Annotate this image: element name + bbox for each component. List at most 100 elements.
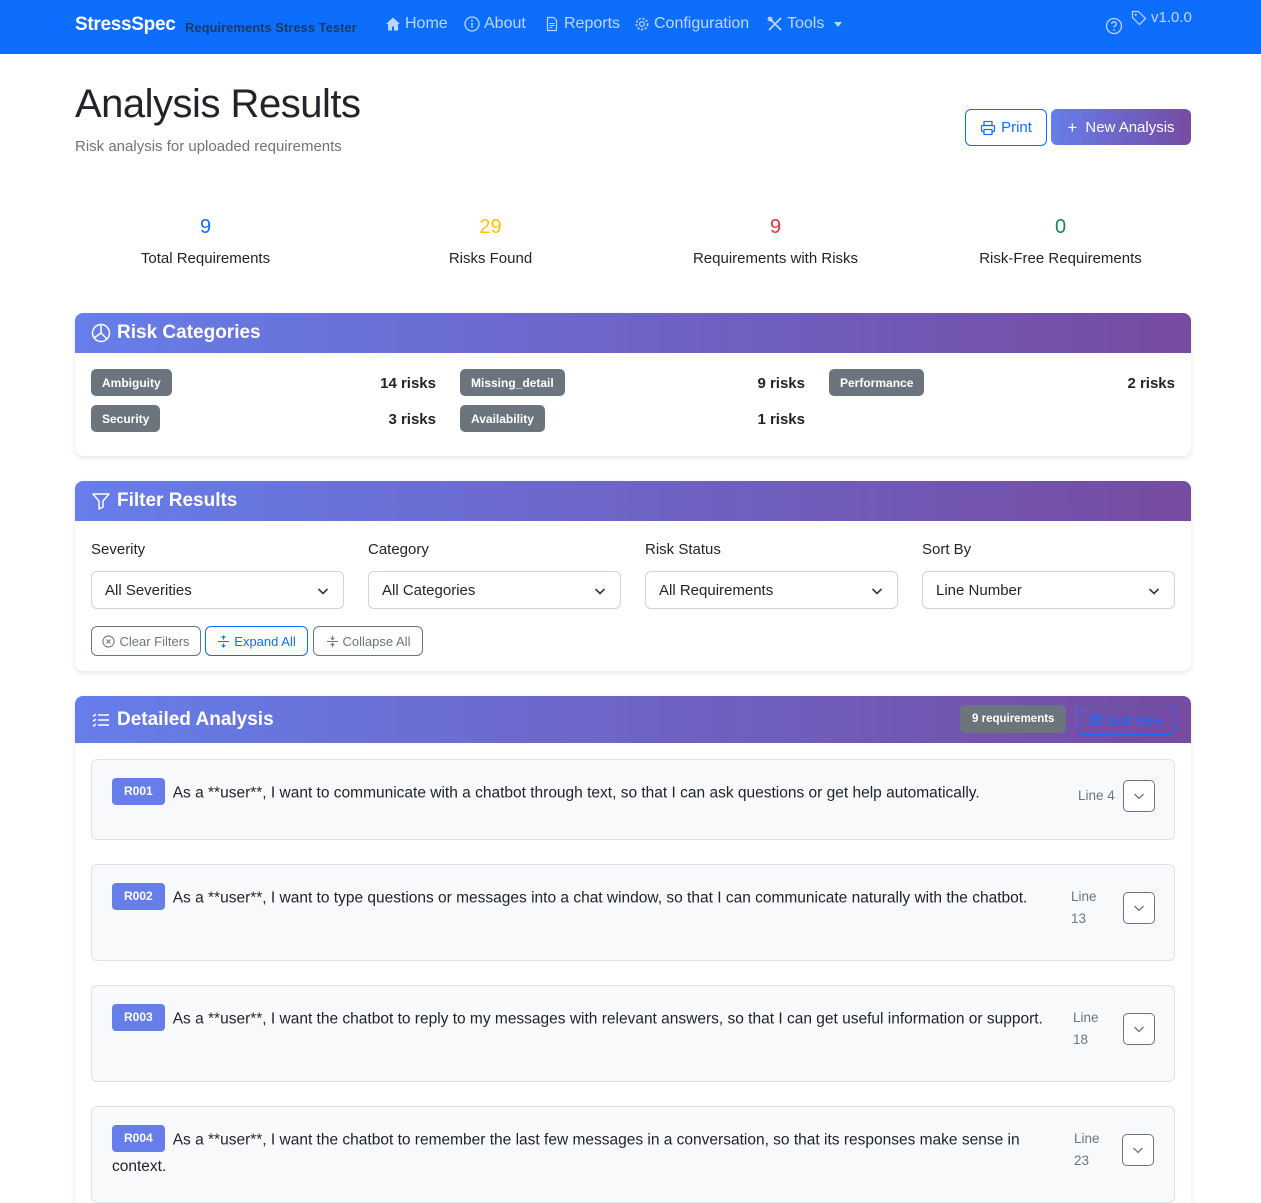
- stat-value: 9: [199, 216, 212, 238]
- grid-view-button[interactable]: Grid View: [1078, 705, 1175, 735]
- help-icon[interactable]: [1105, 17, 1123, 35]
- page-subtitle: Risk analysis for uploaded requirements: [75, 138, 342, 155]
- nav-configuration-label: Configuration: [654, 15, 750, 32]
- nav-reports-label: Reports: [564, 15, 621, 32]
- arrows-expand-icon: [218, 634, 230, 648]
- requirement-line-number: Line 4: [1078, 785, 1115, 807]
- expand-all-label: Expand All: [234, 633, 296, 649]
- line-value: 23: [1074, 1153, 1090, 1168]
- stat-value: 9: [769, 216, 782, 238]
- requirement-text-block: R004 As a **user**, I want the chatbot to…: [112, 1125, 1067, 1179]
- line-value: 4: [1107, 788, 1115, 803]
- category-count: 1 risks: [757, 411, 805, 428]
- nav-configuration[interactable]: Configuration: [634, 15, 749, 33]
- stat-risk-free-requirements: 0 Risk-Free Requirements: [918, 216, 1203, 267]
- tools-icon: [767, 16, 782, 31]
- expand-requirement-button[interactable]: [1123, 892, 1155, 924]
- risk-status-value: All Requirements: [659, 581, 774, 599]
- category-value: All Categories: [382, 581, 476, 599]
- category-count: 3 risks: [388, 411, 436, 428]
- printer-icon: [980, 120, 996, 135]
- brand-name[interactable]: StressSpec: [75, 14, 176, 36]
- severity-select[interactable]: All Severities: [91, 571, 344, 609]
- stat-requirements-with-risks: 9 Requirements with Risks: [633, 216, 918, 267]
- requirement-item-r004: R004 As a **user**, I want the chatbot to…: [91, 1106, 1175, 1203]
- line-label: Line: [1074, 1131, 1100, 1146]
- requirement-item-r002: R002 As a **user**, I want to type questi…: [91, 864, 1175, 961]
- chevron-down-icon: [871, 588, 883, 595]
- new-analysis-button[interactable]: + New Analysis: [1051, 109, 1191, 145]
- print-button[interactable]: Print: [965, 109, 1047, 146]
- filter-icon: [92, 493, 110, 510]
- version-label: v1.0.0: [1151, 9, 1192, 26]
- caret-down-icon: [834, 21, 843, 27]
- chevron-down-icon: [1133, 1147, 1143, 1154]
- requirement-text: As a **user**, I want to communicate wit…: [172, 784, 980, 802]
- requirement-id-badge: R002: [112, 883, 165, 910]
- requirement-line-number: Line 13: [1071, 886, 1103, 930]
- nav-home-label: Home: [405, 15, 448, 32]
- line-value: 13: [1071, 911, 1087, 926]
- requirement-text-block: R002 As a **user**, I want to type questi…: [112, 883, 1062, 912]
- line-label: Line: [1073, 1010, 1099, 1025]
- requirements-count-badge: 9 requirements: [960, 705, 1067, 733]
- nav-tools-dropdown[interactable]: Tools: [767, 15, 843, 33]
- requirement-item-r001: R001 As a **user**, I want to communicate…: [91, 759, 1175, 840]
- category-badge-performance: Performance: [829, 369, 925, 396]
- stat-label: Total Requirements: [140, 250, 271, 267]
- severity-label: Severity: [91, 541, 146, 558]
- requirement-text: As a **user**, I want to type questions …: [172, 889, 1028, 907]
- expand-requirement-button[interactable]: [1123, 1013, 1155, 1045]
- tag-icon: [1131, 10, 1147, 25]
- collapse-all-label: Collapse All: [342, 633, 411, 649]
- page-title: Analysis Results: [75, 82, 361, 126]
- nav-reports[interactable]: Reports: [544, 15, 620, 33]
- requirement-text: As a **user**, I want the chatbot to rem…: [112, 1131, 1020, 1175]
- chevron-down-icon: [1134, 793, 1144, 800]
- grid-view-label: Grid View: [1106, 712, 1163, 728]
- nav-tools-label: Tools: [787, 15, 825, 32]
- x-circle-icon: [102, 634, 116, 648]
- info-icon: [464, 16, 480, 32]
- risk-status-select[interactable]: All Requirements: [645, 571, 898, 609]
- category-badge-missing-detail: Missing_detail: [460, 369, 565, 396]
- stat-risks-found: 29 Risks Found: [348, 216, 633, 267]
- clear-filters-button[interactable]: Clear Filters: [91, 626, 201, 656]
- expand-requirement-button[interactable]: [1122, 1134, 1154, 1166]
- line-label: Line: [1071, 889, 1097, 904]
- nav-about-label: About: [484, 15, 526, 32]
- navbar: StressSpec Requirements Stress Tester Ho…: [0, 0, 1261, 54]
- requirement-text-block: R003 As a **user**, I want the chatbot to…: [112, 1004, 1062, 1033]
- clear-filters-label: Clear Filters: [119, 633, 190, 649]
- category-count: 9 risks: [757, 375, 805, 392]
- requirement-id-badge: R003: [112, 1004, 165, 1031]
- print-button-label: Print: [1001, 119, 1032, 136]
- severity-value: All Severities: [105, 581, 192, 599]
- nav-home[interactable]: Home: [385, 15, 448, 33]
- risk-categories-title: Risk Categories: [117, 322, 261, 343]
- stat-total-requirements: 9 Total Requirements: [63, 216, 348, 267]
- filter-results-header: Filter Results: [75, 481, 1191, 521]
- line-label: Line: [1078, 788, 1104, 803]
- risk-categories-card: Risk Categories: [75, 313, 1191, 456]
- category-select[interactable]: All Categories: [368, 571, 621, 609]
- brand-subtitle: Requirements Stress Tester: [185, 20, 357, 35]
- chevron-down-icon: [1148, 588, 1160, 595]
- requirement-id-badge: R004: [112, 1125, 165, 1152]
- arrows-collapse-icon: [326, 635, 338, 647]
- sort-by-value: Line Number: [936, 581, 1022, 599]
- grid-icon: [1090, 714, 1102, 726]
- plus-icon: +: [1067, 117, 1078, 137]
- chevron-down-icon: [1134, 1026, 1144, 1033]
- expand-requirement-button[interactable]: [1123, 780, 1155, 812]
- collapse-all-button[interactable]: Collapse All: [313, 626, 423, 656]
- sort-by-select[interactable]: Line Number: [922, 571, 1175, 609]
- risk-categories-header: Risk Categories: [75, 313, 1191, 353]
- requirement-id-badge: R001: [112, 778, 165, 805]
- nav-about[interactable]: About: [464, 15, 526, 33]
- category-label: Category: [368, 541, 429, 558]
- version-badge: v1.0.0: [1131, 9, 1192, 26]
- chevron-down-icon: [594, 588, 606, 595]
- expand-all-button[interactable]: Expand All: [205, 626, 308, 656]
- stat-label: Requirements with Risks: [692, 250, 859, 267]
